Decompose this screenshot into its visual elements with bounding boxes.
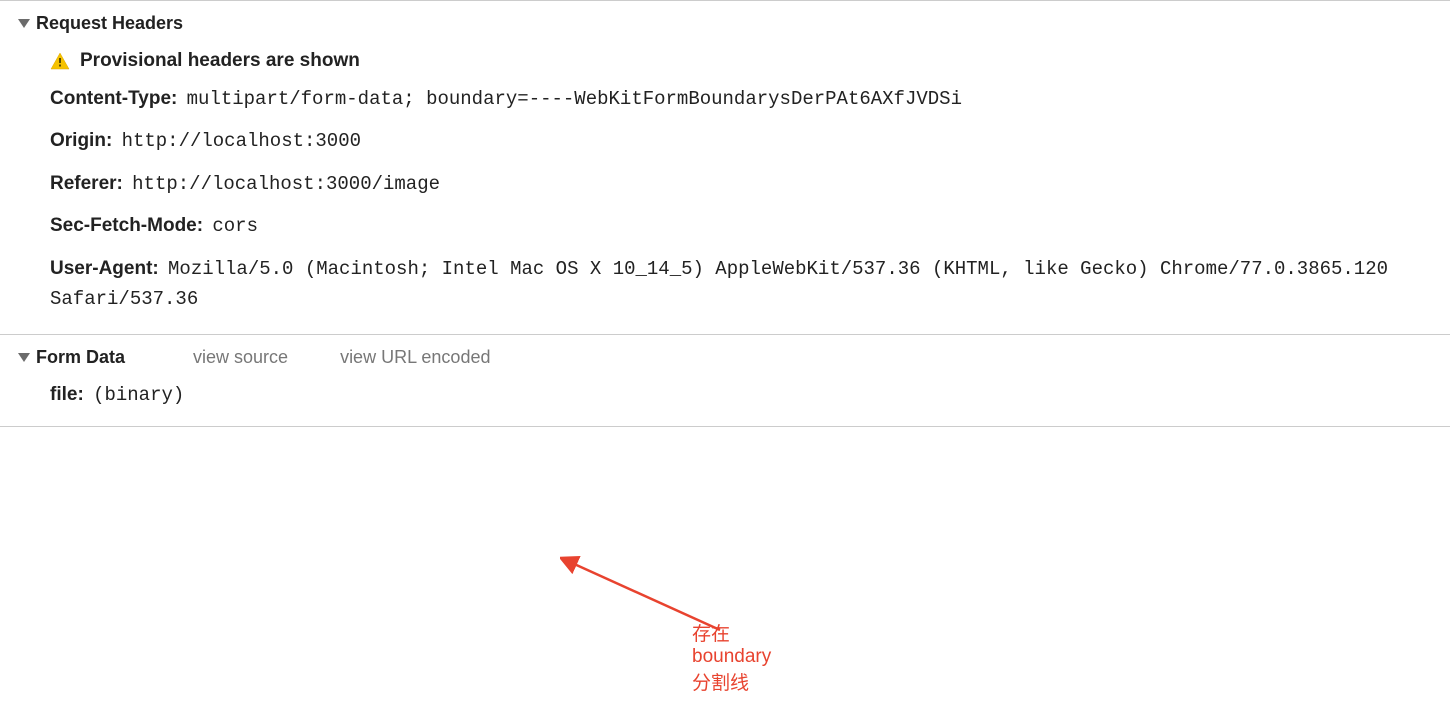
view-url-encoded-link[interactable]: view URL encoded (340, 347, 490, 368)
header-row-origin: Origin: http://localhost:3000 (50, 120, 1450, 162)
provisional-warning-row: Provisional headers are shown (50, 44, 1450, 78)
header-key: Content-Type: (50, 88, 177, 109)
form-data-links: view source view URL encoded (193, 347, 490, 368)
warning-icon (50, 52, 70, 70)
request-headers-body: Provisional headers are shown Content-Ty… (0, 38, 1450, 326)
form-data-header[interactable]: Form Data view source view URL encoded (0, 343, 1450, 372)
header-key: Referer: (50, 173, 123, 194)
network-panel: Request Headers Provisional headers are … (0, 0, 1450, 427)
form-data-body: file: (binary) (0, 372, 1450, 418)
disclosure-triangle-icon (18, 353, 30, 362)
request-headers-section: Request Headers Provisional headers are … (0, 1, 1450, 334)
header-key: Origin: (50, 130, 112, 151)
form-row-file: file: (binary) (50, 378, 1450, 412)
request-headers-header[interactable]: Request Headers (0, 9, 1450, 38)
form-data-section: Form Data view source view URL encoded f… (0, 334, 1450, 426)
form-key: file: (50, 384, 84, 405)
provisional-warning-text: Provisional headers are shown (80, 50, 360, 72)
header-value: Mozilla/5.0 (Macintosh; Intel Mac OS X 1… (50, 258, 1388, 310)
header-row-referer: Referer: http://localhost:3000/image (50, 163, 1450, 205)
annotation-arrow-icon (560, 555, 740, 645)
header-value: http://localhost:3000/image (132, 173, 440, 195)
header-key: Sec-Fetch-Mode: (50, 215, 203, 236)
header-value: cors (212, 215, 258, 237)
header-row-user-agent: User-Agent: Mozilla/5.0 (Macintosh; Inte… (50, 248, 1450, 321)
form-data-title: Form Data (36, 347, 125, 368)
header-value: http://localhost:3000 (122, 130, 361, 152)
form-value: (binary) (93, 384, 184, 406)
annotation-text: 存在boundary分割线 (692, 619, 771, 695)
view-source-link[interactable]: view source (193, 347, 288, 368)
request-headers-title: Request Headers (36, 13, 183, 34)
header-row-sec-fetch-mode: Sec-Fetch-Mode: cors (50, 205, 1450, 247)
disclosure-triangle-icon (18, 19, 30, 28)
header-key: User-Agent: (50, 258, 159, 279)
header-row-content-type: Content-Type: multipart/form-data; bound… (50, 78, 1450, 120)
header-value: multipart/form-data; boundary=----WebKit… (187, 88, 962, 110)
